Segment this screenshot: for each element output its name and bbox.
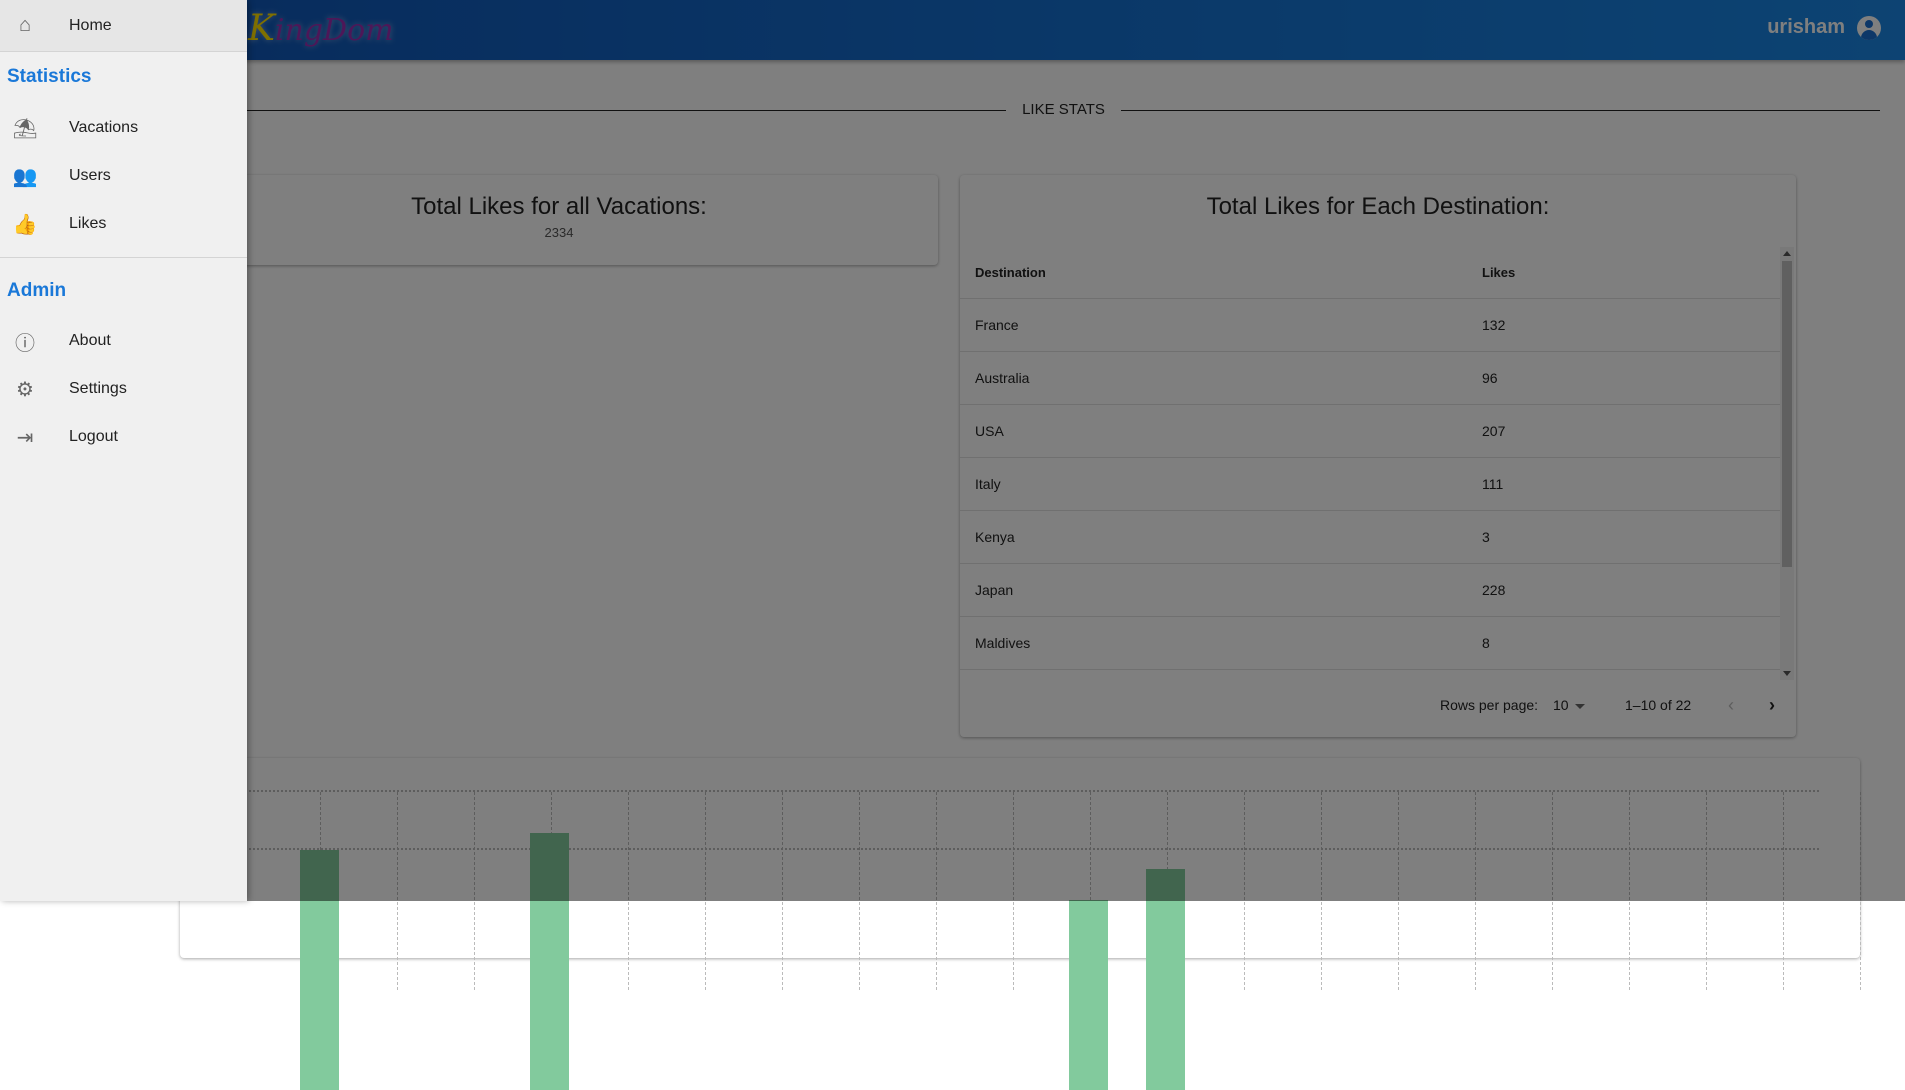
chart-bar[interactable] xyxy=(1146,869,1185,1090)
nav-drawer: ⌂ Home Statistics ⛱ Vacations 👥 Users 👍 Like… xyxy=(0,0,247,901)
drawer-backdrop[interactable] xyxy=(0,0,1905,901)
drawer-item-settings[interactable]: ⚙ Settings xyxy=(0,365,247,413)
statistics-heading: Statistics xyxy=(7,66,92,87)
beach-umbrella-icon: ⛱ xyxy=(12,117,38,140)
drawer-item-logout[interactable]: ⇥ Logout xyxy=(0,413,247,461)
logout-icon: ⇥ xyxy=(16,426,34,449)
admin-heading: Admin xyxy=(7,280,67,301)
drawer-item-users[interactable]: 👥 Users xyxy=(0,152,247,200)
gear-icon: ⚙ xyxy=(16,378,34,401)
people-icon: 👥 xyxy=(12,165,38,188)
drawer-divider xyxy=(0,257,247,258)
info-icon: ⓘ xyxy=(15,332,35,355)
drawer-item-home[interactable]: ⌂ Home xyxy=(0,0,247,52)
home-icon: ⌂ xyxy=(18,14,32,36)
chart-bar[interactable] xyxy=(1069,900,1108,1090)
drawer-item-about[interactable]: ⓘ About xyxy=(0,317,247,365)
drawer-item-vacations[interactable]: ⛱ Vacations xyxy=(0,104,247,152)
thumb-up-icon: 👍 xyxy=(12,213,38,236)
drawer-item-likes[interactable]: 👍 Likes xyxy=(0,200,247,248)
